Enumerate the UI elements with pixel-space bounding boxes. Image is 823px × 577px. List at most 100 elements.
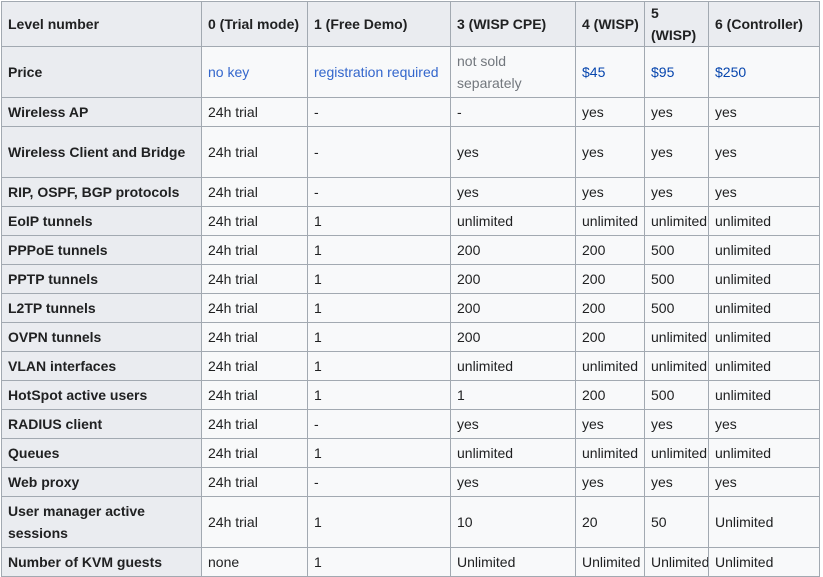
- row-label: PPTP tunnels: [1, 264, 202, 294]
- table-cell: 24h trial: [201, 380, 308, 410]
- table-row: EoIP tunnels 24h trial 1 unlimited unlim…: [1, 206, 820, 236]
- row-label: RADIUS client: [1, 409, 202, 439]
- table-cell: 24h trial: [201, 438, 308, 468]
- table-cell: 50: [644, 496, 709, 548]
- table-cell: 1: [307, 380, 451, 410]
- row-label: OVPN tunnels: [1, 322, 202, 352]
- table-cell: 24h trial: [201, 322, 308, 352]
- header-level-1: 1 (Free Demo): [307, 1, 451, 47]
- table-row: Number of KVM guests none 1 Unlimited Un…: [1, 547, 820, 577]
- row-label: Web proxy: [1, 467, 202, 497]
- table-cell: 24h trial: [201, 496, 308, 548]
- row-label: Number of KVM guests: [1, 547, 202, 577]
- table-cell: unlimited: [708, 351, 820, 381]
- table-cell: yes: [575, 467, 645, 497]
- price-row: Price no key registration required not s…: [1, 46, 820, 98]
- header-level-5: 5 (WISP): [644, 1, 709, 47]
- table-cell: Unlimited: [450, 547, 576, 577]
- row-label: Queues: [1, 438, 202, 468]
- table-row: VLAN interfaces 24h trial 1 unlimited un…: [1, 351, 820, 381]
- price-cell: $250: [708, 46, 820, 98]
- price-cell: no key: [201, 46, 308, 98]
- row-label: User manager active sessions: [1, 496, 202, 548]
- table-cell: 1: [307, 293, 451, 323]
- price-cell: registration required: [307, 46, 451, 98]
- price-level-4-link[interactable]: $45: [582, 64, 605, 80]
- table-cell: unlimited: [708, 264, 820, 294]
- header-level-3: 3 (WISP CPE): [450, 1, 576, 47]
- table-cell: 24h trial: [201, 409, 308, 439]
- header-level-6: 6 (Controller): [708, 1, 820, 47]
- registration-required-link[interactable]: registration required: [314, 64, 439, 80]
- table-cell: yes: [450, 409, 576, 439]
- table-cell: unlimited: [450, 438, 576, 468]
- table-row: Queues 24h trial 1 unlimited unlimited u…: [1, 438, 820, 468]
- table-cell: yes: [450, 177, 576, 207]
- table-cell: yes: [450, 126, 576, 178]
- table-cell: 200: [575, 235, 645, 265]
- table-row: Wireless AP 24h trial - - yes yes yes: [1, 97, 820, 127]
- row-label: EoIP tunnels: [1, 206, 202, 236]
- table-cell: 24h trial: [201, 206, 308, 236]
- table-row: Web proxy 24h trial - yes yes yes yes: [1, 467, 820, 497]
- table-cell: 200: [575, 380, 645, 410]
- table-cell: yes: [708, 409, 820, 439]
- table-cell: yes: [708, 126, 820, 178]
- table-cell: yes: [575, 177, 645, 207]
- row-label: Wireless Client and Bridge: [1, 126, 202, 178]
- table-cell: 24h trial: [201, 126, 308, 178]
- not-sold-text: not sold separately: [457, 53, 522, 91]
- table-cell: 1: [307, 438, 451, 468]
- price-cell: $95: [644, 46, 709, 98]
- price-level-6-link[interactable]: $250: [715, 64, 746, 80]
- table-cell: yes: [644, 177, 709, 207]
- table-cell: unlimited: [708, 293, 820, 323]
- table-cell: -: [307, 177, 451, 207]
- table-cell: 20: [575, 496, 645, 548]
- table-cell: yes: [575, 97, 645, 127]
- price-cell: $45: [575, 46, 645, 98]
- table-cell: 1: [307, 496, 451, 548]
- table-cell: yes: [575, 409, 645, 439]
- table-cell: 1: [307, 264, 451, 294]
- table-cell: 24h trial: [201, 264, 308, 294]
- price-level-5-link[interactable]: $95: [651, 64, 674, 80]
- table-cell: unlimited: [708, 380, 820, 410]
- table-cell: unlimited: [708, 322, 820, 352]
- table-cell: 500: [644, 264, 709, 294]
- row-label: HotSpot active users: [1, 380, 202, 410]
- table-cell: 1: [307, 322, 451, 352]
- table-row: RIP, OSPF, BGP protocols 24h trial - yes…: [1, 177, 820, 207]
- row-label: PPPoE tunnels: [1, 235, 202, 265]
- table-cell: yes: [708, 177, 820, 207]
- table-row: HotSpot active users 24h trial 1 1 200 5…: [1, 380, 820, 410]
- price-cell: not sold separately: [450, 46, 576, 98]
- table-cell: unlimited: [708, 235, 820, 265]
- table-cell: unlimited: [644, 351, 709, 381]
- header-level-4: 4 (WISP): [575, 1, 645, 47]
- table-cell: 500: [644, 293, 709, 323]
- table-cell: -: [307, 467, 451, 497]
- table-cell: yes: [450, 467, 576, 497]
- table-cell: 200: [450, 293, 576, 323]
- table-cell: 24h trial: [201, 351, 308, 381]
- table-cell: 24h trial: [201, 467, 308, 497]
- table-cell: yes: [708, 97, 820, 127]
- table-cell: 200: [575, 293, 645, 323]
- table-cell: 1: [307, 206, 451, 236]
- no-key-link[interactable]: no key: [208, 64, 249, 80]
- table-cell: unlimited: [450, 206, 576, 236]
- table-cell: 500: [644, 380, 709, 410]
- table-cell: 1: [450, 380, 576, 410]
- table-cell: Unlimited: [575, 547, 645, 577]
- table-row: User manager active sessions 24h trial 1…: [1, 496, 820, 548]
- table-cell: yes: [644, 409, 709, 439]
- table-cell: unlimited: [708, 438, 820, 468]
- row-label: RIP, OSPF, BGP protocols: [1, 177, 202, 207]
- table-cell: unlimited: [644, 438, 709, 468]
- table-cell: yes: [708, 467, 820, 497]
- table-row: PPTP tunnels 24h trial 1 200 200 500 unl…: [1, 264, 820, 294]
- table-cell: 1: [307, 235, 451, 265]
- table-cell: 200: [450, 322, 576, 352]
- table-cell: Unlimited: [708, 547, 820, 577]
